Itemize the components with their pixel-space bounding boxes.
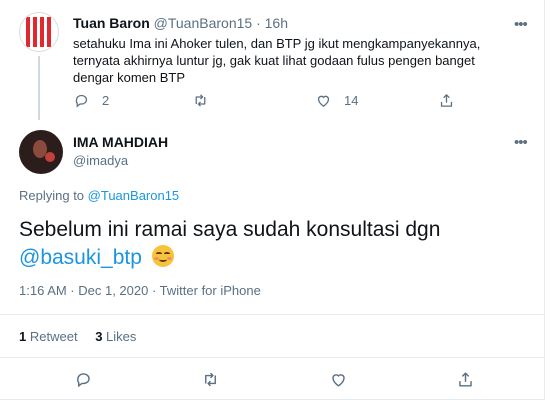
mention-link[interactable]: @basuki_btp [19,246,142,269]
share-icon [440,94,453,107]
tweet-time[interactable]: 16h [265,15,288,31]
avatar[interactable] [19,130,63,174]
like-button[interactable]: 14 [315,92,358,109]
tweet-stats: 1 Retweet 3 Likes [19,329,150,344]
tweet-header: Tuan Baron @TuanBaron15 · 16h [73,15,288,31]
likes-label: Likes [106,329,137,344]
reply-button[interactable] [74,370,93,389]
retweet-icon [205,372,216,387]
replying-prefix: Replying to [19,188,85,203]
thread-line [38,56,40,120]
display-name[interactable]: IMA MAHDIAH [73,134,168,150]
reply-count: 2 [102,93,110,108]
reply-button[interactable]: 2 [73,92,109,109]
retweet-button[interactable] [201,370,220,389]
like-icon [332,374,345,387]
replying-to: Replying to @TuanBaron15 [19,188,179,203]
separator: · [256,15,261,31]
reply-icon [75,94,88,108]
retweet-icon [195,94,206,107]
reply-icon [77,373,90,388]
like-count: 14 [344,93,359,108]
more-icon[interactable]: ••• [514,17,528,32]
smiling-face-emoji [151,245,174,267]
avatar[interactable] [19,12,59,52]
share-button[interactable] [438,92,455,109]
tweet-thread: Tuan Baron @TuanBaron15 · 16h ••• setahu… [0,0,545,400]
divider [0,314,545,315]
retweet-button[interactable] [192,92,209,109]
user-handle[interactable]: @imadya [73,153,128,168]
divider [0,357,545,358]
tweet-body: Sebelum ini ramai saya sudah konsultasi … [19,218,441,241]
replying-to-link[interactable]: @TuanBaron15 [88,188,180,203]
retweet-label: Retweet [29,329,78,344]
share-icon [459,372,472,387]
retweets-stat[interactable]: 1 Retweet [19,329,78,344]
user-handle[interactable]: @TuanBaron15 [154,15,253,31]
like-button[interactable] [329,370,348,389]
like-icon [317,95,330,107]
more-icon[interactable]: ••• [514,135,528,150]
likes-count: 3 [95,329,103,344]
display-name[interactable]: Tuan Baron [73,15,150,31]
tweet-actions [0,370,545,390]
likes-stat[interactable]: 3 Likes [95,329,136,344]
tweet-text: setahuku Ima ini Ahoker tulen, dan BTP j… [73,36,481,85]
tweet-timestamp[interactable]: 1:16 AM · Dec 1, 2020 · Twitter for iPho… [19,283,261,298]
tweet-text: Sebelum ini ramai saya sudah konsultasi … [19,216,529,272]
retweet-count: 1 [19,329,27,344]
share-button[interactable] [456,370,475,389]
